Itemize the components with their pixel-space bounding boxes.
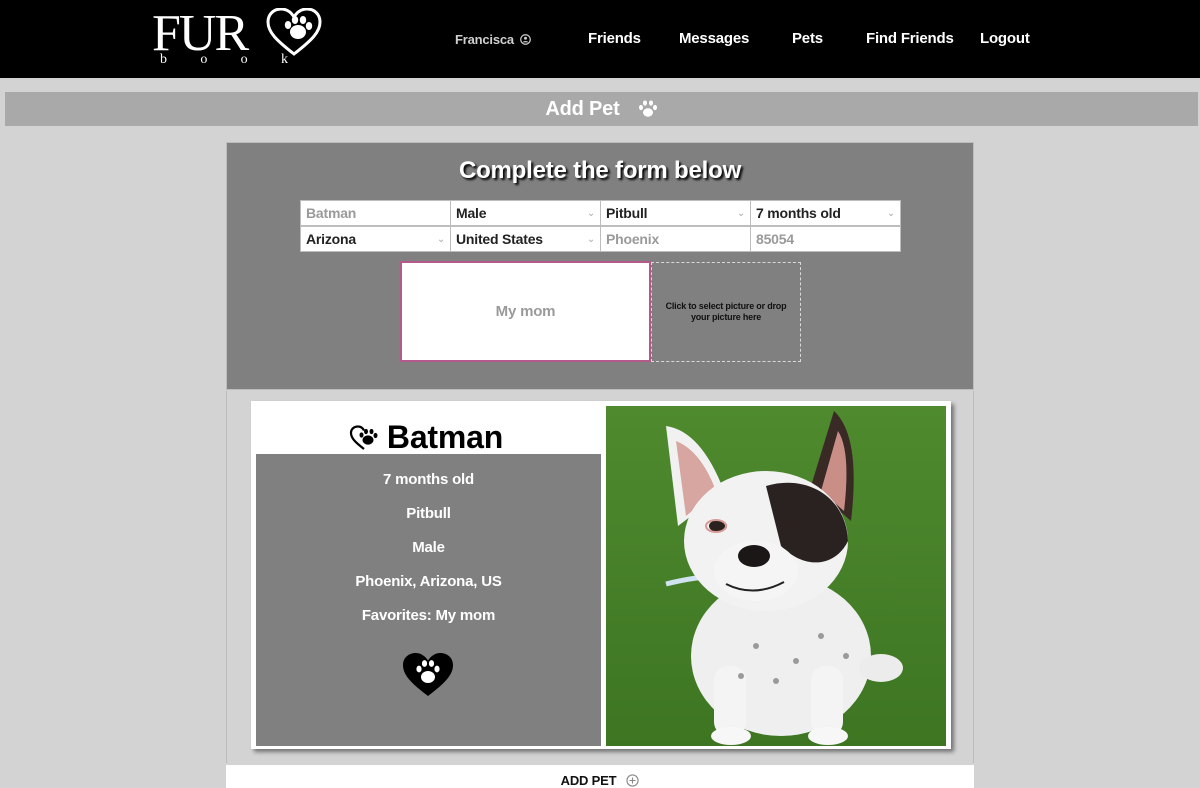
pet-photo xyxy=(606,406,946,746)
pet-card: Batman 7 months old Pitbull Male Phoenix… xyxy=(251,401,951,749)
breed-select[interactable]: Pitbull ⌄ xyxy=(600,200,751,226)
heart-paw-logo-icon xyxy=(266,8,322,56)
form-title: Complete the form below xyxy=(458,157,742,184)
logo-book-text: b o o k xyxy=(160,52,288,67)
chevron-down-icon: ⌄ xyxy=(736,207,745,219)
plus-circle-icon xyxy=(626,773,639,787)
country-select[interactable]: United States ⌄ xyxy=(450,226,601,252)
nav-logout-link[interactable]: Logout xyxy=(980,30,1030,47)
add-pet-button[interactable]: ADD PET xyxy=(226,765,974,788)
chevron-down-icon: ⌄ xyxy=(586,233,595,245)
pet-name-input[interactable]: Batman xyxy=(300,200,451,226)
gender-select[interactable]: Male ⌄ xyxy=(450,200,601,226)
nav-messages-link[interactable]: Messages xyxy=(679,30,749,47)
pet-gender: Male xyxy=(412,539,445,556)
pet-favorites: Favorites: My mom xyxy=(361,607,496,624)
add-pet-form: Complete the form below Batman Male ⌄ Pi… xyxy=(226,142,974,390)
chevron-down-icon: ⌄ xyxy=(886,207,895,219)
zip-input[interactable]: 85054 xyxy=(750,226,901,252)
chevron-down-icon: ⌄ xyxy=(436,233,445,245)
age-select[interactable]: 7 months old ⌄ xyxy=(750,200,901,226)
chevron-down-icon: ⌄ xyxy=(586,207,595,219)
favorites-textarea[interactable]: My mom xyxy=(400,261,651,362)
pet-card-title: Batman xyxy=(251,419,601,456)
pet-preview-panel: Batman 7 months old Pitbull Male Phoenix… xyxy=(226,391,974,763)
pet-age: 7 months old xyxy=(383,471,474,488)
nav-pets-link[interactable]: Pets xyxy=(792,30,823,47)
pet-info-box: 7 months old Pitbull Male Phoenix, Arizo… xyxy=(256,454,601,746)
user-circle-icon xyxy=(520,34,531,45)
pet-location: Phoenix, Arizona, US xyxy=(355,573,502,590)
state-select[interactable]: Arizona ⌄ xyxy=(300,226,451,252)
user-profile-link[interactable]: Francisca xyxy=(455,32,531,47)
top-navbar: FUR b o o k Francisca Friends Messages P… xyxy=(0,0,1200,78)
user-name: Francisca xyxy=(455,32,514,47)
heart-paw-icon xyxy=(349,424,378,450)
city-input[interactable]: Phoenix xyxy=(600,226,751,252)
pet-name: Batman xyxy=(386,419,504,455)
page-title: Add Pet xyxy=(545,97,620,120)
page-header: Add Pet xyxy=(5,92,1198,126)
nav-find-friends-link[interactable]: Find Friends xyxy=(866,30,954,47)
furbook-logo[interactable]: FUR b o o k xyxy=(150,5,322,72)
heart-paw-badge-icon[interactable] xyxy=(402,652,454,698)
pet-breed: Pitbull xyxy=(406,505,451,522)
nav-friends-link[interactable]: Friends xyxy=(588,30,641,47)
paw-icon xyxy=(638,100,657,117)
picture-dropzone[interactable]: Click to select picture or drop your pic… xyxy=(651,262,801,362)
add-pet-label: ADD PET xyxy=(560,772,617,788)
